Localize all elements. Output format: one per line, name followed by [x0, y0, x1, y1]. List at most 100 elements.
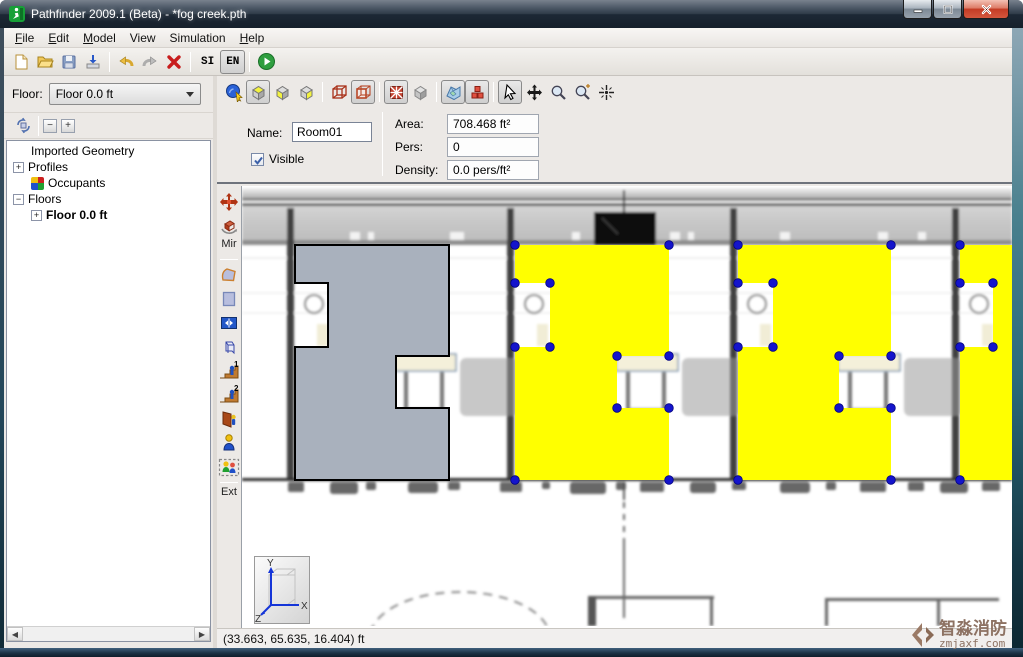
expand-icon[interactable]: + [31, 210, 42, 221]
vertex-handle[interactable] [665, 241, 674, 250]
vertex-handle[interactable] [956, 343, 965, 352]
select-tool-button[interactable] [498, 80, 522, 104]
orbit-tool-button[interactable] [222, 80, 246, 104]
rectangle-room-tool-button[interactable] [218, 287, 240, 311]
expand-all-button[interactable]: + [61, 119, 75, 133]
vertex-handle[interactable] [734, 241, 743, 250]
pan-tool-button[interactable] [522, 80, 546, 104]
extrude-tool-button[interactable] [218, 335, 240, 359]
vertex-handle[interactable] [989, 343, 998, 352]
extract-tool-button[interactable]: Ext [221, 486, 237, 504]
run-simulation-button[interactable] [254, 50, 278, 74]
vertex-handle[interactable] [887, 352, 896, 361]
vertex-handle[interactable] [769, 343, 778, 352]
close-button[interactable] [963, 0, 1009, 19]
vertex-handle[interactable] [613, 352, 622, 361]
room-name-input[interactable] [292, 122, 372, 142]
redo-button[interactable] [138, 50, 162, 74]
undo-button[interactable] [114, 50, 138, 74]
vertex-handle[interactable] [734, 476, 743, 485]
cube-side-view-button[interactable] [294, 80, 318, 104]
menu-model[interactable]: Model [76, 29, 123, 47]
vertex-handle[interactable] [887, 404, 896, 413]
maximize-button[interactable] [933, 0, 962, 19]
visible-checkbox[interactable] [251, 153, 264, 166]
zoom-tool-button[interactable] [546, 80, 570, 104]
vertex-handle[interactable] [835, 352, 844, 361]
menu-help[interactable]: Help [233, 29, 272, 47]
room-polygon-3[interactable] [960, 245, 1012, 480]
vertex-handle[interactable] [835, 404, 844, 413]
voxel-mode-button[interactable] [465, 80, 489, 104]
tree-item-imported-geometry[interactable]: Imported Geometry [7, 143, 210, 159]
stairs-up-one-tool-button[interactable]: 1 [218, 359, 240, 383]
cube-front-view-button[interactable] [270, 80, 294, 104]
ramp-door-tool-button[interactable] [218, 407, 240, 431]
zoom-box-tool-button[interactable] [570, 80, 594, 104]
floorplan-svg[interactable] [242, 186, 1012, 626]
menu-edit[interactable]: Edit [41, 29, 76, 47]
tree-item-floors[interactable]: −Floors [7, 191, 210, 207]
minimize-button[interactable] [903, 0, 932, 19]
floor-dropdown[interactable]: Floor 0.0 ft [49, 83, 201, 105]
vertex-handle[interactable] [665, 476, 674, 485]
menu-file[interactable]: File [8, 29, 41, 47]
title-bar[interactable]: Pathfinder 2009.1 (Beta) - *fog creek.pt… [0, 0, 1023, 28]
tree-item-profiles[interactable]: +Profiles [7, 159, 210, 175]
tree-item-occupants[interactable]: Occupants [7, 175, 210, 191]
scroll-left-icon[interactable]: ◀ [7, 627, 23, 641]
vertex-handle[interactable] [989, 279, 998, 288]
wireframe-cube-button[interactable] [327, 80, 351, 104]
collapse-icon[interactable]: − [13, 194, 24, 205]
occupant-group-tool-button[interactable] [218, 455, 240, 479]
collapse-all-button[interactable]: − [43, 119, 57, 133]
floorplan-canvas[interactable]: Y X Z [242, 186, 1012, 628]
vertex-handle[interactable] [956, 241, 965, 250]
vertex-handle[interactable] [546, 279, 555, 288]
polygon-room-tool-button[interactable] [218, 263, 240, 287]
vertex-handle[interactable] [665, 404, 674, 413]
vertex-handle[interactable] [887, 241, 896, 250]
cube-top-view-button[interactable] [246, 80, 270, 104]
vertex-handle[interactable] [613, 404, 622, 413]
save-button[interactable] [57, 50, 81, 74]
stairs-up-two-tool-button[interactable]: 2 [218, 383, 240, 407]
vertex-handle[interactable] [511, 476, 520, 485]
vertex-handle[interactable] [956, 279, 965, 288]
open-button[interactable] [33, 50, 57, 74]
vertex-handle[interactable] [511, 343, 520, 352]
reset-view-button[interactable] [594, 80, 618, 104]
tree-item-floor-0-0-ft[interactable]: +Floor 0.0 ft [7, 207, 210, 223]
vertex-handle[interactable] [734, 343, 743, 352]
vertex-handle[interactable] [734, 279, 743, 288]
refresh-3d-button[interactable] [12, 115, 34, 137]
delete-button[interactable] [162, 50, 186, 74]
expand-icon[interactable]: + [13, 162, 24, 173]
vertex-handle[interactable] [956, 476, 965, 485]
scroll-right-icon[interactable]: ▶ [194, 627, 210, 641]
unit-si-button[interactable]: SI [195, 50, 220, 74]
tree-horizontal-scrollbar[interactable]: ◀ ▶ [7, 626, 210, 641]
window-border-right [1012, 28, 1023, 657]
mirror-tool-button[interactable]: Mir [221, 238, 236, 256]
show-solid-button[interactable] [408, 80, 432, 104]
new-button[interactable] [9, 50, 33, 74]
vertex-handle[interactable] [511, 241, 520, 250]
wireframe-open-cube-button[interactable] [351, 80, 375, 104]
terrain-mode-button[interactable] [441, 80, 465, 104]
door-tool-button[interactable] [218, 311, 240, 335]
vertex-handle[interactable] [511, 279, 520, 288]
occupant-tool-button[interactable] [218, 431, 240, 455]
move-tool-button[interactable] [218, 190, 240, 214]
menu-simulation[interactable]: Simulation [163, 29, 233, 47]
hide-walls-button[interactable] [384, 80, 408, 104]
vertex-handle[interactable] [769, 279, 778, 288]
menu-view[interactable]: View [123, 29, 163, 47]
vertex-handle[interactable] [546, 343, 555, 352]
vertex-handle[interactable] [665, 352, 674, 361]
import-button[interactable] [81, 50, 105, 74]
vertex-handle[interactable] [887, 476, 896, 485]
unit-en-button[interactable]: EN [220, 50, 245, 74]
watermark-logo-icon [909, 619, 939, 651]
rotate-tool-button[interactable] [218, 214, 240, 238]
